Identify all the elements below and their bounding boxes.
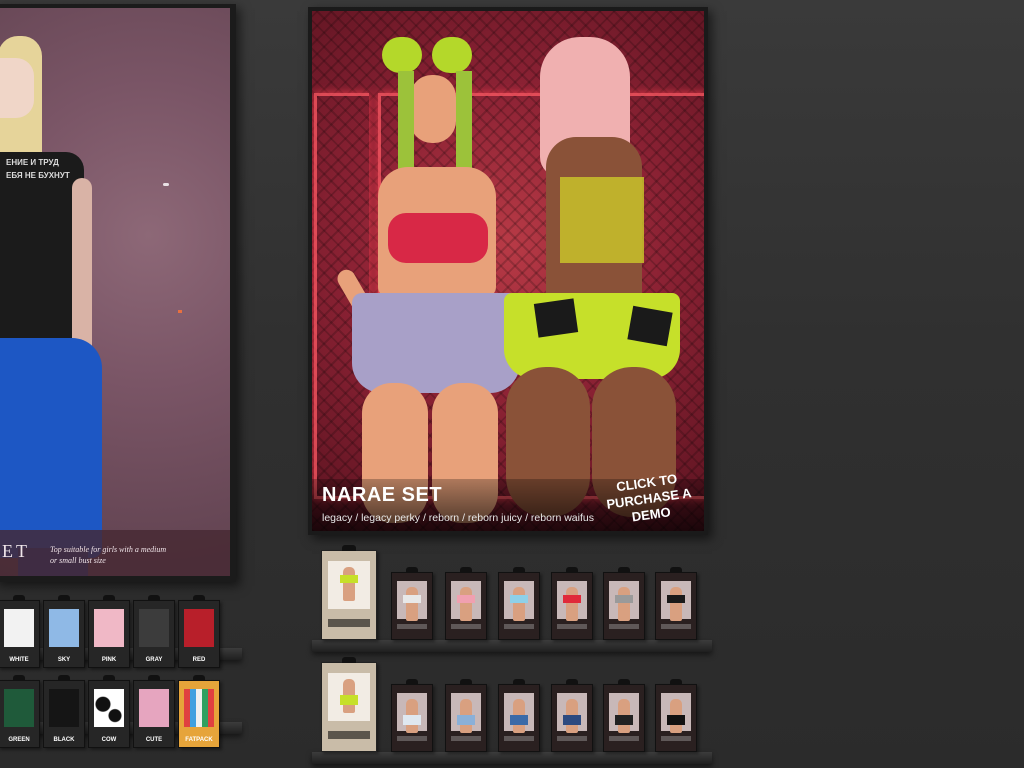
left-poster-title: ET [2,541,30,561]
product-fine-print [661,736,691,741]
color-swatch [94,609,124,647]
product-preview [397,581,427,621]
product-preview [557,693,587,733]
color-swatch [184,689,214,727]
product-preview [661,693,691,733]
product-fine-print [451,736,481,741]
color-box-black[interactable]: BLACK [43,675,85,748]
vendor-box-skirt-5[interactable] [603,679,645,752]
left-poster[interactable]: ЕНИЕ И ТРУД ЕБЯ НЕ БУХНУТ ET Top suitabl… [0,4,236,582]
product-preview [609,581,639,621]
vendor-box-skirt-3[interactable] [498,679,540,752]
color-swatch [49,609,79,647]
shirt-print: ЕНИЕ И ТРУД ЕБЯ НЕ БУХНУТ [6,158,70,180]
product-fine-print [397,736,427,741]
poster-title: NARAE SET [322,484,443,506]
product-preview [661,581,691,621]
vendor-box-top-3[interactable] [498,567,540,640]
color-box-label: FATPACK [185,737,213,743]
color-box-pink[interactable]: PINK [88,595,130,668]
product-fine-print [661,624,691,629]
product-preview [609,693,639,733]
color-box-label: SKY [57,657,71,663]
left-model [0,28,118,576]
product-preview [504,581,534,621]
product-preview [504,693,534,733]
color-box-label: PINK [101,657,117,663]
vendor-box-top-1[interactable] [391,567,433,640]
product-preview [451,581,481,621]
product-preview [557,581,587,621]
color-box-white[interactable]: WHITE [0,595,40,668]
right-shelf-2 [312,752,712,764]
product-fine-print [557,736,587,741]
color-swatch [4,609,34,647]
product-fine-print [557,624,587,629]
product-fine-print [504,624,534,629]
color-box-red[interactable]: RED [178,595,220,668]
model-right [500,37,704,517]
color-box-fatpack[interactable]: FATPACK [178,675,220,748]
color-swatch [184,609,214,647]
vendor-box-label [328,731,370,739]
color-swatch [94,689,124,727]
color-box-label: CUTE [145,737,163,743]
vendor-box-top-5[interactable] [603,567,645,640]
product-fine-print [609,736,639,741]
color-box-cute[interactable]: CUTE [133,675,175,748]
color-swatch [49,689,79,727]
color-box-gray[interactable]: GRAY [133,595,175,668]
product-fine-print [397,624,427,629]
product-fine-print [609,624,639,629]
color-box-label: GRAY [145,657,163,663]
product-preview [451,693,481,733]
vendor-box-skirt-4[interactable] [551,679,593,752]
narae-poster-art: NARAE SET legacy / legacy perky / reborn… [312,11,704,531]
vendor-box-top-6[interactable] [655,567,697,640]
color-swatch [139,689,169,727]
poster-variants: legacy / legacy perky / reborn / reborn … [322,512,594,524]
color-box-green[interactable]: GREEN [0,675,40,748]
product-fine-print [451,624,481,629]
narae-set-poster[interactable]: NARAE SET legacy / legacy perky / reborn… [308,7,708,535]
color-box-label: COW [101,737,117,743]
color-box-sky[interactable]: SKY [43,595,85,668]
color-box-label: BLACK [53,737,75,743]
vendor-box-top-4[interactable] [551,567,593,640]
vendor-box-skirt-2[interactable] [445,679,487,752]
color-box-label: GREEN [8,737,30,743]
vendor-box-skirt-6[interactable] [655,679,697,752]
color-box-label: WHITE [9,657,29,663]
vendor-box-top-2[interactable] [445,567,487,640]
vendor-box-narae-skirt[interactable] [321,657,377,752]
vendor-box-label [328,619,370,627]
product-preview [397,693,427,733]
color-box-cow[interactable]: COW [88,675,130,748]
product-fine-print [504,736,534,741]
color-swatch [4,689,34,727]
vendor-box-narae-top[interactable] [321,545,377,640]
right-shelf-1 [312,640,712,652]
left-poster-art: ЕНИЕ И ТРУД ЕБЯ НЕ БУХНУТ ET Top suitabl… [0,8,230,576]
color-swatch [139,609,169,647]
color-box-label: RED [192,657,206,663]
vendor-box-skirt-1[interactable] [391,679,433,752]
left-poster-tagline: Top suitable for girls with a medium or … [50,545,167,565]
